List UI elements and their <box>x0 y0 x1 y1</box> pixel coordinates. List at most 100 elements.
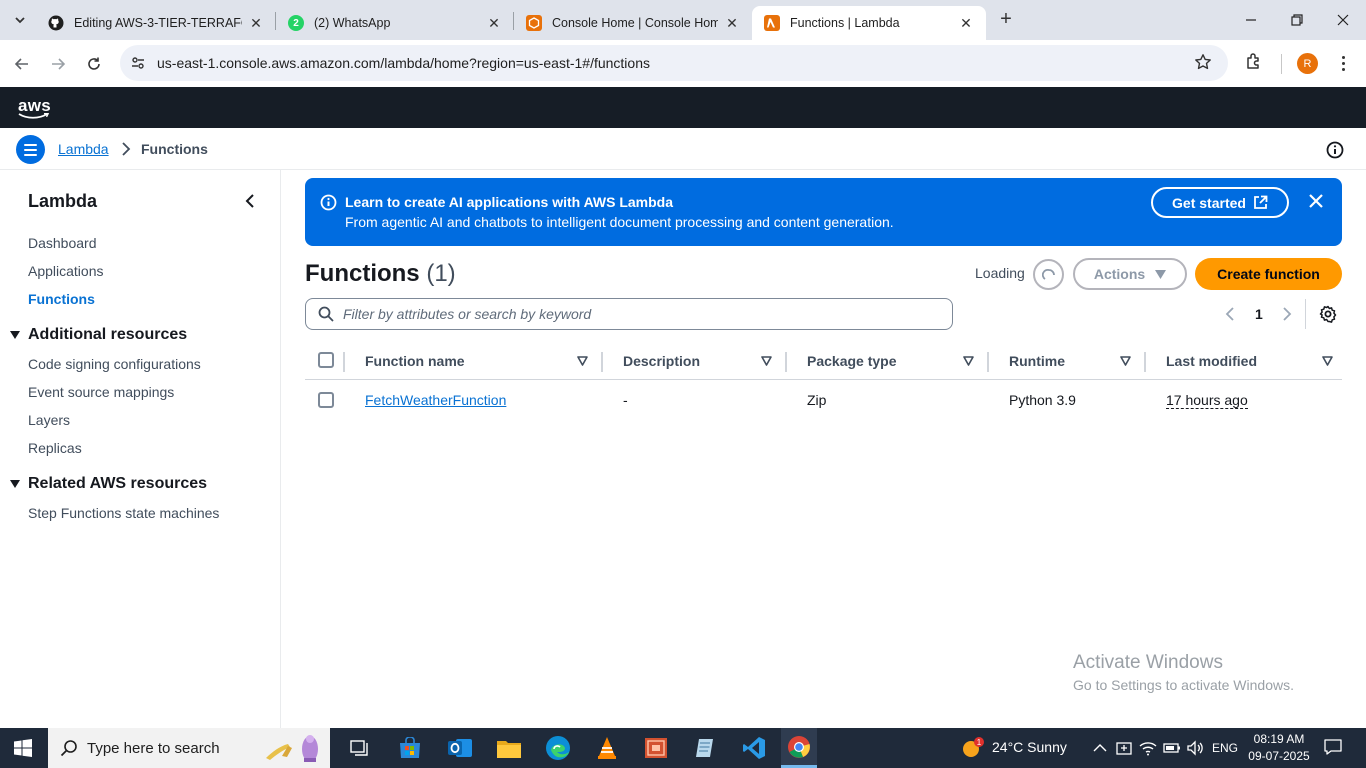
close-icon[interactable]: ✕ <box>958 15 974 31</box>
column-header-function-name[interactable]: Function name <box>365 353 465 369</box>
pagination-divider <box>1305 299 1306 329</box>
sidebar-item-applications[interactable]: Applications <box>28 263 104 279</box>
cell-last-modified[interactable]: 17 hours ago <box>1166 392 1248 409</box>
filter-search-input[interactable] <box>343 306 933 322</box>
powerpoint-app-icon[interactable] <box>642 734 670 762</box>
sidebar-item-functions[interactable]: Functions <box>28 291 95 307</box>
site-info-icon[interactable] <box>128 53 148 73</box>
restore-button[interactable] <box>1274 0 1320 40</box>
chevron-right-icon <box>122 142 131 156</box>
microsoft-store-icon[interactable] <box>396 734 424 762</box>
close-icon[interactable]: ✕ <box>724 15 740 31</box>
weather-icon[interactable]: 1 <box>958 734 986 762</box>
notification-center-icon[interactable] <box>1324 738 1342 756</box>
banner-title: Learn to create AI applications with AWS… <box>345 194 674 210</box>
create-function-button[interactable]: Create function <box>1195 258 1342 290</box>
column-header-runtime[interactable]: Runtime <box>1009 353 1065 369</box>
sidebar-item-layers[interactable]: Layers <box>28 412 70 428</box>
row-checkbox[interactable] <box>318 392 334 408</box>
column-header-description[interactable]: Description <box>623 353 700 369</box>
column-header-last-modified[interactable]: Last modified <box>1166 353 1257 369</box>
whatsapp-icon: 2 <box>288 15 304 31</box>
vlc-icon[interactable] <box>593 734 621 762</box>
browser-tab-console-home[interactable]: Console Home | Console Home ✕ <box>514 6 752 40</box>
get-started-button[interactable]: Get started <box>1151 187 1289 218</box>
breadcrumb-lambda-link[interactable]: Lambda <box>58 141 109 157</box>
tab-search-button[interactable] <box>8 8 32 32</box>
sidebar-item-event-source-mappings[interactable]: Event source mappings <box>28 384 174 400</box>
system-clock[interactable]: 08:19 AM 09-07-2025 <box>1244 731 1314 765</box>
lambda-icon <box>764 15 780 31</box>
clock-time: 08:19 AM <box>1253 732 1305 746</box>
edge-browser-icon[interactable] <box>544 734 572 762</box>
activate-windows-subtext: Go to Settings to activate Windows. <box>1073 677 1294 693</box>
dismiss-banner-icon[interactable] <box>1308 193 1324 209</box>
column-divider <box>1144 352 1146 372</box>
sort-caret-icon[interactable] <box>963 356 974 366</box>
weather-text[interactable]: 24°C Sunny <box>992 739 1067 755</box>
browser-tab-github[interactable]: Editing AWS-3-TIER-TERRAFORM ✕ <box>36 6 276 40</box>
weather-badge: 1 <box>977 738 982 747</box>
gear-icon[interactable] <box>1319 305 1337 323</box>
task-view-icon[interactable] <box>346 734 374 762</box>
close-icon[interactable]: ✕ <box>486 15 502 31</box>
sidebar-item-dashboard[interactable]: Dashboard <box>28 235 97 251</box>
input-language[interactable]: ENG <box>1212 741 1238 755</box>
notepad-icon[interactable] <box>691 734 719 762</box>
breadcrumb-current: Functions <box>141 141 208 157</box>
volume-icon[interactable] <box>1181 734 1209 762</box>
current-page-number[interactable]: 1 <box>1255 306 1263 322</box>
actions-button[interactable]: Actions <box>1073 258 1187 290</box>
browser-tab-whatsapp[interactable]: 2 (2) WhatsApp ✕ <box>276 6 514 40</box>
button-label: Actions <box>1093 266 1146 282</box>
function-name-link[interactable]: FetchWeatherFunction <box>365 392 506 408</box>
tab-title: Functions | Lambda <box>790 16 900 30</box>
sort-caret-icon[interactable] <box>1322 356 1333 366</box>
column-header-package-type[interactable]: Package type <box>807 353 897 369</box>
aws-logo[interactable]: aws <box>18 96 51 119</box>
sidebar-item-code-signing[interactable]: Code signing configurations <box>28 356 201 372</box>
chrome-taskbar-icon[interactable] <box>781 728 817 768</box>
select-all-checkbox[interactable] <box>318 352 334 368</box>
previous-page-icon[interactable] <box>1224 306 1236 322</box>
close-window-button[interactable] <box>1320 0 1366 40</box>
sort-caret-icon[interactable] <box>1120 356 1131 366</box>
collapse-sidebar-icon[interactable] <box>243 192 257 210</box>
forward-button[interactable] <box>46 52 70 76</box>
vscode-icon[interactable] <box>740 734 768 762</box>
new-tab-button[interactable]: + <box>996 9 1016 30</box>
cell-package-type: Zip <box>807 392 827 408</box>
profile-avatar[interactable]: R <box>1297 53 1318 74</box>
next-page-icon[interactable] <box>1281 306 1293 322</box>
column-divider <box>601 352 603 372</box>
browser-menu-icon[interactable] <box>1337 52 1349 74</box>
back-button[interactable] <box>10 52 34 76</box>
reload-button[interactable] <box>82 52 106 76</box>
info-icon <box>320 194 337 211</box>
sort-caret-icon[interactable] <box>761 356 772 366</box>
close-icon[interactable]: ✕ <box>248 15 264 31</box>
minimize-button[interactable] <box>1228 0 1274 40</box>
sort-caret-icon[interactable] <box>577 356 588 366</box>
extensions-icon[interactable] <box>1244 52 1266 74</box>
info-icon[interactable] <box>1326 141 1344 159</box>
table-header: Function name Description Package type R… <box>305 342 1342 380</box>
sidebar-section-related-aws-resources[interactable]: Related AWS resources <box>10 475 207 493</box>
navigation-menu-button[interactable] <box>16 135 45 164</box>
refresh-button[interactable] <box>1033 259 1064 290</box>
activate-windows-watermark: Activate Windows <box>1073 652 1223 673</box>
sidebar-section-additional-resources[interactable]: Additional resources <box>10 326 187 344</box>
sidebar-item-step-functions[interactable]: Step Functions state machines <box>28 505 219 521</box>
sidebar-item-replicas[interactable]: Replicas <box>28 440 82 456</box>
file-explorer-icon[interactable] <box>495 734 523 762</box>
caret-down-icon <box>10 480 20 488</box>
function-count: (1) <box>426 260 456 287</box>
bookmark-star-icon[interactable] <box>1194 53 1214 73</box>
windows-start-icon[interactable] <box>14 739 32 757</box>
browser-tab-lambda[interactable]: Functions | Lambda ✕ <box>752 6 986 40</box>
banner-description: From agentic AI and chatbots to intellig… <box>345 214 894 230</box>
info-banner: Learn to create AI applications with AWS… <box>305 178 1342 246</box>
taskbar-search[interactable]: Type here to search <box>48 728 330 768</box>
outlook-icon[interactable] <box>446 734 474 762</box>
address-bar[interactable]: us-east-1.console.aws.amazon.com/lambda/… <box>120 45 1228 81</box>
